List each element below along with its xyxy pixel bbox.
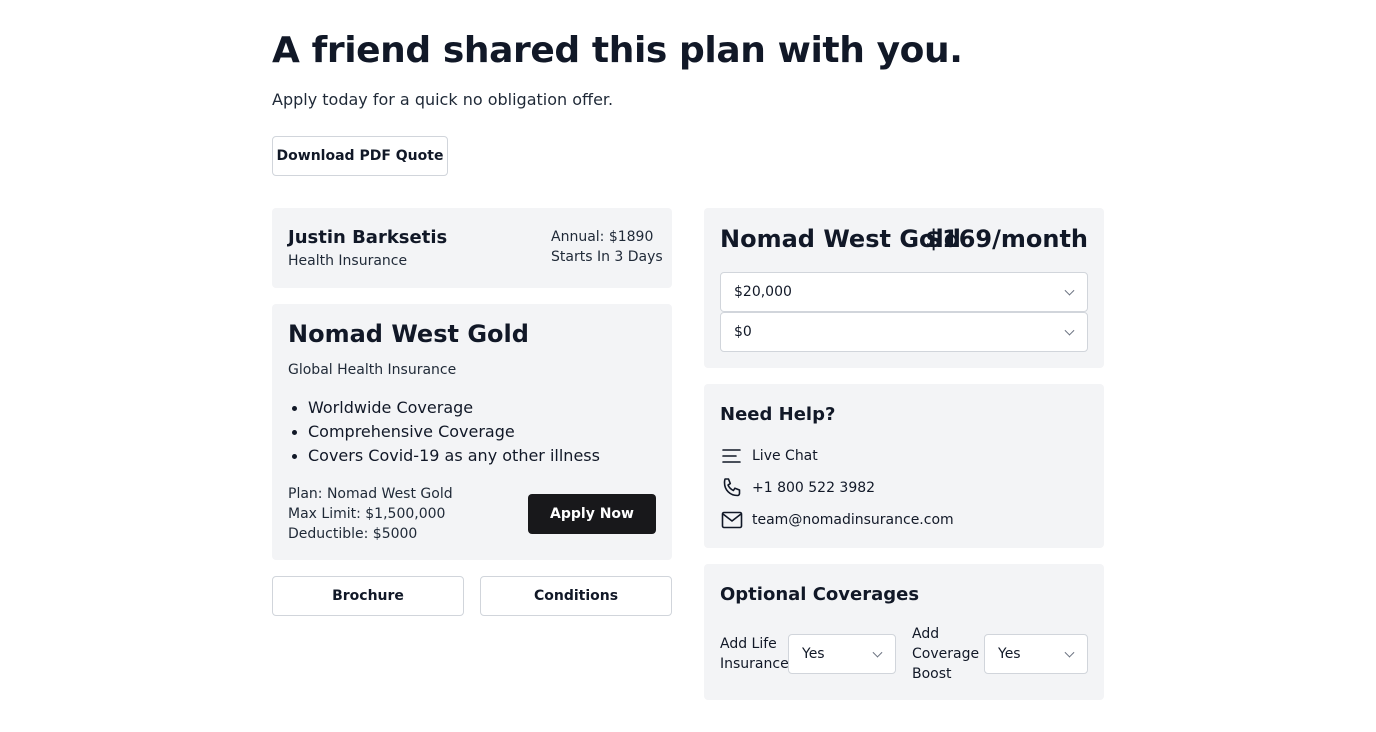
page-subtitle: Apply today for a quick no obligation of… [272,90,614,109]
download-pdf-quote-button[interactable]: Download PDF Quote [272,136,448,176]
page-title: A friend shared this plan with you. [272,30,963,71]
chevron-down-icon [1064,285,1075,296]
optional-coverages-title: Optional Coverages [720,584,920,605]
menu-lines-icon [722,449,741,463]
chevron-down-icon [1064,647,1075,658]
deductible-select[interactable]: $0 [720,312,1088,352]
policyholder-card: Justin Barksetis Health Insurance Annual… [272,208,672,288]
life-insurance-label: Add Life Insurance [720,636,789,672]
optional-coverages-card: Optional Coverages Add Life Insurance Ye… [704,564,1104,700]
plan-details-card: Nomad West Gold Global Health Insurance … [272,304,672,560]
annual-price: Annual: $1890 [551,229,654,245]
live-chat-link[interactable]: Live Chat [720,444,818,468]
insurance-type: Health Insurance [288,253,408,269]
coverage-boost-value: Yes [998,646,1021,662]
start-date: Starts In 3 Days [551,249,663,265]
conditions-button[interactable]: Conditions [480,576,672,616]
max-limit-select[interactable]: $20,000 [720,272,1088,312]
help-title: Need Help? [720,404,836,425]
chevron-down-icon [1064,325,1075,336]
plan-meta-max-limit: Max Limit: $1,500,000 [288,506,446,522]
apply-now-button[interactable]: Apply Now [528,494,656,534]
feature-list: Worldwide Coverage Comprehensive Coverag… [288,396,600,468]
phone-icon [723,478,741,497]
phone-number: +1 800 522 3982 [752,480,876,496]
plan-meta-deductible: Deductible: $5000 [288,526,418,542]
monthly-price: $169/month [925,225,1088,253]
envelope-icon [721,511,743,529]
coverage-boost-select[interactable]: Yes [984,634,1088,674]
brochure-button[interactable]: Brochure [272,576,464,616]
life-insurance-select[interactable]: Yes [788,634,896,674]
live-chat-label: Live Chat [752,448,818,464]
feature-item: Comprehensive Coverage [288,420,600,444]
phone-link[interactable]: +1 800 522 3982 [720,476,875,500]
plan-meta: Plan: Nomad West Gold Max Limit: $1,500,… [288,484,453,544]
feature-item: Covers Covid-19 as any other illness [288,444,600,468]
life-insurance-value: Yes [802,646,825,662]
plan-type: Global Health Insurance [288,362,457,378]
chevron-down-icon [872,647,883,658]
max-limit-value: $20,000 [734,284,792,300]
deductible-value: $0 [734,324,752,340]
coverage-boost-label: Add Coverage Boost [912,626,980,682]
plan-name: Nomad West Gold [288,320,529,348]
help-card: Need Help? Live Chat +1 800 522 3982 tea… [704,384,1104,548]
email-link[interactable]: team@nomadinsurance.com [720,508,954,532]
policyholder-name: Justin Barksetis [288,227,448,248]
plan-meta-plan: Plan: Nomad West Gold [288,486,453,502]
email-address: team@nomadinsurance.com [752,512,954,528]
feature-item: Worldwide Coverage [288,396,600,420]
pricing-card: Nomad West Gold $169/month $20,000 $0 [704,208,1104,368]
